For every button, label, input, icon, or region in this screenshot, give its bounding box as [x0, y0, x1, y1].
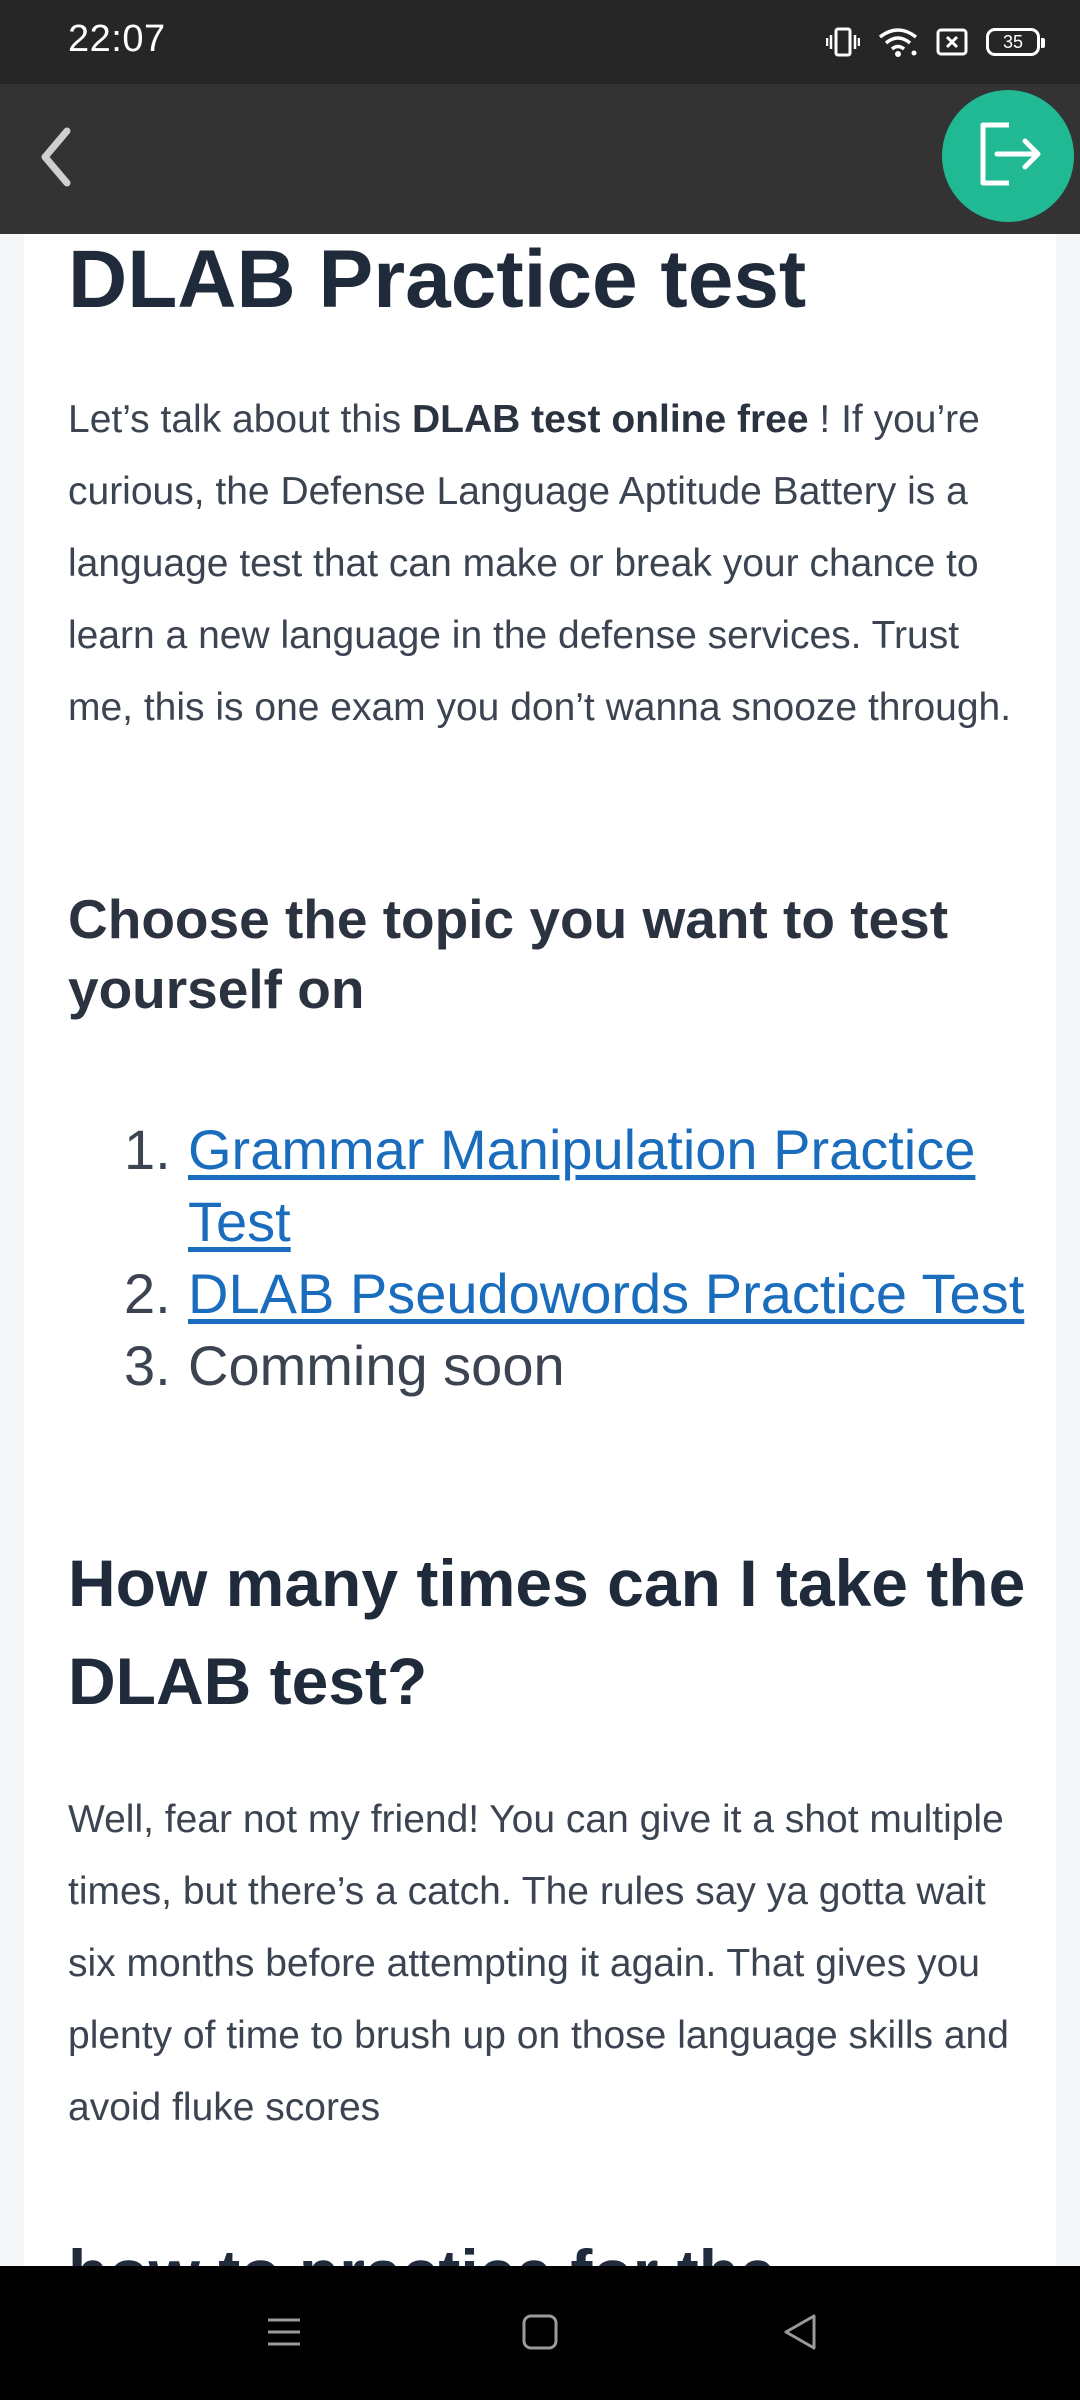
system-nav-bar	[0, 2266, 1080, 2400]
topic-list: 1. Grammar Manipulation Practice Test 2.…	[68, 1114, 1028, 1402]
faq-heading: How many times can I take the DLAB test?	[68, 1546, 1026, 1718]
wifi-icon	[878, 27, 918, 57]
article-card: DLAB Practice test Let’s talk about this…	[24, 234, 1056, 2266]
app-header	[0, 84, 1080, 234]
menu-icon	[264, 2312, 304, 2357]
faq-answer: Well, fear not my friend! You can give i…	[68, 1798, 1009, 2129]
list-item: 1. Grammar Manipulation Practice Test	[68, 1114, 1028, 1258]
status-icons: 35	[826, 22, 1045, 62]
list-number: 2.	[124, 1262, 171, 1325]
exit-button[interactable]	[942, 90, 1074, 222]
grammar-manipulation-link[interactable]: Grammar Manipulation Practice Test	[188, 1118, 975, 1253]
home-button[interactable]	[510, 2306, 570, 2362]
pseudowords-practice-link[interactable]: DLAB Pseudowords Practice Test	[188, 1262, 1024, 1325]
list-number: 3.	[124, 1334, 171, 1397]
list-item: 2. DLAB Pseudowords Practice Test	[68, 1258, 1028, 1330]
status-bar: 22:07 35	[0, 0, 1080, 84]
list-item: 3. Comming soon	[68, 1330, 1028, 1402]
home-square-icon	[520, 2312, 560, 2357]
list-number: 1.	[124, 1118, 171, 1181]
topic-heading: Choose the topic you want to test yourse…	[68, 888, 949, 1020]
recents-button[interactable]	[254, 2306, 314, 2362]
vibrate-icon	[826, 27, 860, 57]
coming-soon-text: Comming soon	[188, 1334, 565, 1397]
intro-text-before: Let’s talk about this	[68, 398, 412, 441]
intro-text-after: ! If you’re curious, the Defense Languag…	[68, 398, 1012, 729]
intro-paragraph: Let’s talk about this DLAB test online f…	[68, 384, 1028, 744]
exit-icon	[973, 119, 1043, 194]
status-time: 22:07	[68, 18, 166, 60]
battery-level: 35	[1002, 31, 1024, 52]
next-section-heading: how to practice for the	[68, 2224, 1056, 2266]
back-triangle-icon	[780, 2312, 820, 2357]
sim-off-icon	[936, 27, 968, 57]
chevron-left-icon	[35, 125, 75, 194]
back-button[interactable]	[10, 114, 100, 204]
back-nav-button[interactable]	[770, 2306, 830, 2362]
intro-bold-text: DLAB test online free	[412, 398, 809, 441]
battery-icon: 35	[986, 28, 1045, 56]
page-title: DLAB Practice test	[68, 234, 807, 325]
